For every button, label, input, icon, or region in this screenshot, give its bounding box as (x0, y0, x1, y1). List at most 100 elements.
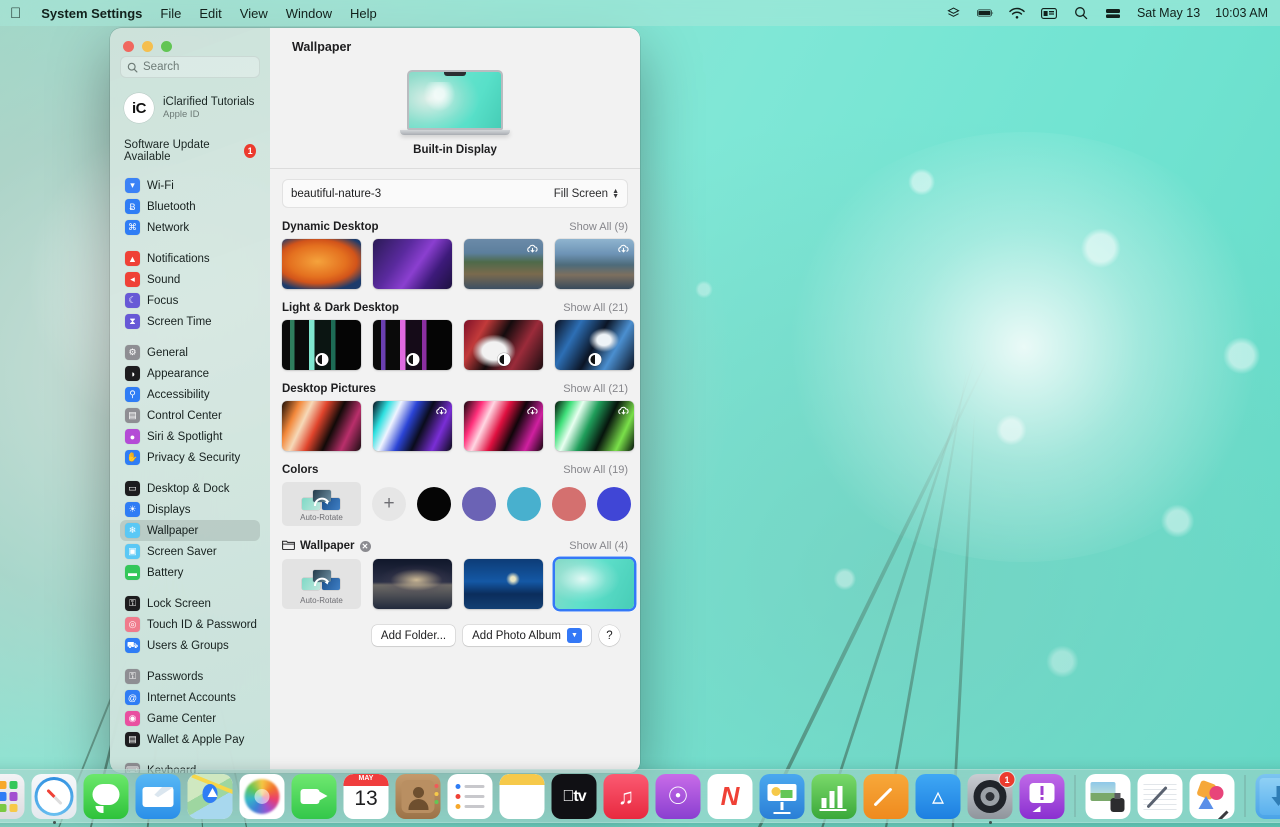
sidebar-item-focus[interactable]: ☾ Focus (120, 290, 260, 311)
wallpaper-thumb-ventura-abstract-blue[interactable] (555, 320, 634, 370)
dock-item-system-settings[interactable]: 1 (967, 772, 1015, 824)
sidebar-item-wallpaper[interactable]: ❄ Wallpaper (120, 520, 260, 541)
wallpaper-thumb-ventura-graphic-purple[interactable] (373, 320, 452, 370)
dock-item-messages[interactable] (83, 774, 129, 819)
dock-item-textedit[interactable] (1137, 774, 1183, 819)
sidebar-item-touch-id-password[interactable]: ◎ Touch ID & Password (120, 614, 260, 635)
search-icon[interactable] (1073, 5, 1090, 21)
menu-item-view[interactable]: View (240, 6, 268, 21)
apple-menu-icon[interactable]:  (10, 6, 21, 21)
sidebar-item-privacy-security[interactable]: ✋ Privacy & Security (120, 447, 260, 468)
sidebar-item-internet-accounts[interactable]: @ Internet Accounts (120, 687, 260, 708)
dock-item-launchpad[interactable] (0, 774, 25, 819)
software-update-row[interactable]: Software Update Available 1 (120, 137, 260, 165)
wallpaper-thumb-ventura-abstract-red[interactable] (464, 320, 543, 370)
show-all-link[interactable]: Show All (9) (569, 221, 628, 233)
sidebar-item-network[interactable]: ⌘ Network (120, 217, 260, 238)
wallpaper-thumb-night-lake-boat[interactable] (373, 559, 452, 609)
dock-item-keynote[interactable] (759, 774, 805, 819)
menu-item-help[interactable]: Help (350, 6, 377, 21)
sidebar-item-general[interactable]: ⚙ General (120, 342, 260, 363)
wallpaper-thumb-macbook-pro-blue[interactable] (373, 401, 452, 451)
sidebar-item-lock-screen[interactable]: ⚿ Lock Screen (120, 593, 260, 614)
color-swatch-1[interactable] (462, 487, 496, 521)
dock-item-news[interactable]: N (707, 774, 753, 819)
close-button[interactable] (123, 41, 134, 52)
display-icon[interactable] (1041, 5, 1058, 21)
color-swatch-0[interactable] (417, 487, 451, 521)
sidebar-item-game-center[interactable]: ◉ Game Center (120, 708, 260, 729)
cloud-download-icon[interactable] (526, 243, 539, 256)
dock-item-preview[interactable] (1085, 774, 1131, 819)
add-photo-album-button[interactable]: Add Photo Album ▼ (463, 625, 591, 646)
search-input[interactable]: Search (120, 56, 260, 78)
wallpaper-thumb-macbook-pro-pink[interactable] (464, 401, 543, 451)
wallpaper-thumb-beautiful-nature-3[interactable] (555, 559, 634, 609)
show-all-link[interactable]: Show All (21) (563, 302, 628, 314)
zoom-button[interactable] (161, 41, 172, 52)
wallpaper-thumb-ventura-graphic-green[interactable] (282, 320, 361, 370)
apple-id-account-row[interactable]: iC iClarified Tutorials Apple ID (120, 89, 260, 127)
sidebar-item-displays[interactable]: ☀ Displays (120, 499, 260, 520)
wallpaper-thumb-monterey-dynamic[interactable] (282, 239, 361, 289)
main-scroll-area[interactable]: Built-in Display beautiful-nature-3 Fill… (270, 66, 640, 773)
sidebar-item-passwords[interactable]: ⚿ Passwords (120, 666, 260, 687)
dock-item-reminders[interactable] (447, 774, 493, 819)
dock-item-pixelmator[interactable] (1189, 774, 1235, 819)
color-swatch-2[interactable] (507, 487, 541, 521)
dock-item-apple-tv[interactable]: tv (551, 774, 597, 819)
menubar-time[interactable]: 10:03 AM (1215, 6, 1268, 20)
dock-item-app-store[interactable]: ▵ (915, 774, 961, 819)
wallpaper-thumb-lighthouse-blue-hour[interactable] (464, 559, 543, 609)
battery-icon[interactable] (976, 5, 994, 21)
wallpaper-thumb-ventura-dynamic[interactable] (373, 239, 452, 289)
dock-item-calendar[interactable]: MAY 13 (343, 774, 389, 819)
show-all-folder[interactable]: Show All (4) (569, 540, 628, 552)
sidebar-item-wi-fi[interactable]: ▾ Wi-Fi (120, 175, 260, 196)
add-color-button[interactable]: + (372, 487, 406, 521)
menu-app-name[interactable]: System Settings (41, 6, 142, 21)
dock-item-mail[interactable] (135, 774, 181, 819)
color-swatch-3[interactable] (552, 487, 586, 521)
dock-item-downloads-folder[interactable] (1255, 774, 1280, 819)
sidebar-item-notifications[interactable]: ▲ Notifications (120, 248, 260, 269)
control-center-icon[interactable] (945, 5, 962, 21)
dock-item-maps[interactable] (187, 774, 233, 819)
wallpaper-thumb-catalina-dynamic[interactable] (555, 239, 634, 289)
sidebar-item-screen-time[interactable]: ⧗ Screen Time (120, 311, 260, 332)
auto-rotate-colors[interactable]: Auto-Rotate (282, 482, 361, 526)
sidebar-item-accessibility[interactable]: ⚲ Accessibility (120, 384, 260, 405)
cloud-download-icon[interactable] (526, 405, 539, 418)
show-all-link[interactable]: Show All (21) (563, 383, 628, 395)
menu-item-edit[interactable]: Edit (199, 6, 221, 21)
dock-item-pages[interactable] (863, 774, 909, 819)
wifi-icon[interactable] (1009, 5, 1026, 21)
wallpaper-thumb-macbook-pro-green[interactable] (555, 401, 634, 451)
cloud-download-icon[interactable] (617, 405, 630, 418)
fill-mode-popup[interactable]: Fill Screen ▲ ▼ (554, 188, 619, 200)
cloud-download-icon[interactable] (435, 405, 448, 418)
menu-item-file[interactable]: File (160, 6, 181, 21)
sidebar-item-sound[interactable]: ◂ Sound (120, 269, 260, 290)
menubar-date[interactable]: Sat May 13 (1137, 6, 1200, 20)
sidebar-item-users-groups[interactable]: ⛟ Users & Groups (120, 635, 260, 656)
remove-folder-icon[interactable]: ✕ (359, 540, 371, 552)
sidebar-item-wallet-apple-pay[interactable]: ▤ Wallet & Apple Pay (120, 729, 260, 750)
dock-item-contacts[interactable] (395, 774, 441, 819)
sidebar-item-desktop-dock[interactable]: ▭ Desktop & Dock (120, 478, 260, 499)
dock-item-numbers[interactable] (811, 774, 857, 819)
add-folder-button[interactable]: Add Folder... (371, 625, 456, 646)
dock-item-notes[interactable] (499, 774, 545, 819)
show-all-colors[interactable]: Show All (19) (563, 464, 628, 476)
sidebar-item-control-center[interactable]: ▤ Control Center (120, 405, 260, 426)
auto-rotate-folder[interactable]: Auto-Rotate (282, 559, 361, 609)
sidebar-item-appearance[interactable]: ◑ Appearance (120, 363, 260, 384)
sidebar-item-bluetooth[interactable]: Ƀ Bluetooth (120, 196, 260, 217)
dock-item-music[interactable]: ♫ (603, 774, 649, 819)
dock-item-messages-purple[interactable] (1019, 774, 1065, 819)
help-button[interactable]: ? (599, 625, 620, 646)
dock-item-facetime[interactable] (291, 774, 337, 819)
dock-item-photos[interactable] (239, 774, 285, 819)
dock-item-safari[interactable] (31, 774, 77, 824)
dock-item-podcasts[interactable]: ☉ (655, 774, 701, 819)
